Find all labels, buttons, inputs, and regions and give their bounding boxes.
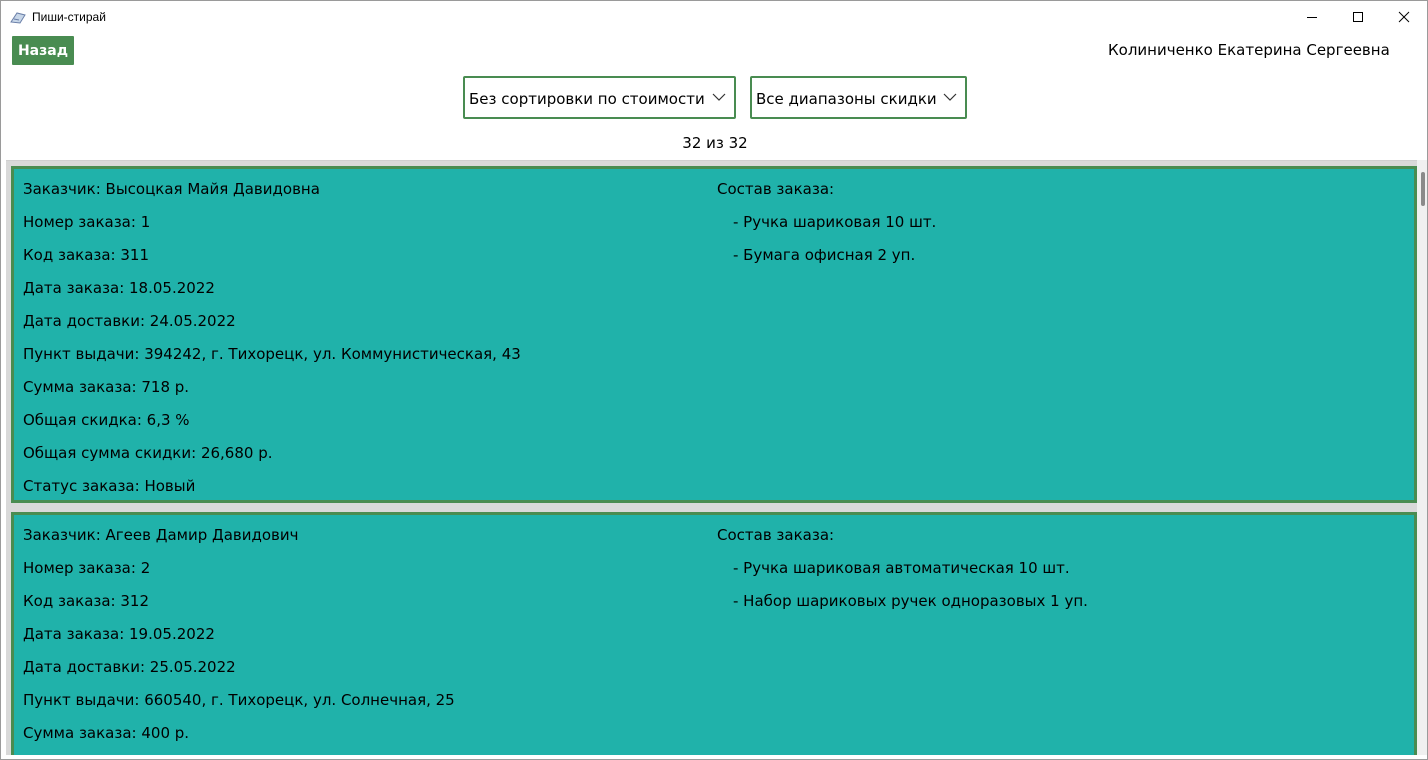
order-delivery-date: Дата доставки: 25.05.2022 [23, 658, 236, 676]
sort-combobox-value: Без сортировки по стоимости [469, 90, 705, 108]
back-button[interactable]: Назад [12, 36, 74, 65]
minimize-icon [1307, 17, 1317, 18]
order-pickup-point: Пункт выдачи: 660540, г. Тихорецк, ул. С… [23, 691, 455, 709]
scrollbar-thumb[interactable] [1421, 172, 1425, 206]
discount-combobox-value: Все диапазоны скидки [756, 90, 937, 108]
records-counter: 32 из 32 [682, 134, 748, 152]
order-discount: Общая скидка: 6,3 % [23, 411, 190, 429]
composition-item: - Бумага офисная 2 уп. [733, 246, 916, 264]
minimize-button[interactable] [1289, 1, 1335, 33]
maximize-button[interactable] [1335, 1, 1381, 33]
sort-combobox[interactable]: Без сортировки по стоимости [463, 76, 736, 119]
composition-label: Состав заказа: [717, 180, 835, 198]
order-date: Дата заказа: 18.05.2022 [23, 279, 215, 297]
window-title: Пиши-стирай [32, 10, 106, 24]
order-code: Код заказа: 311 [23, 246, 150, 264]
app-window: Пиши-стирай Назад Колиниченко Екатерина … [0, 0, 1428, 760]
user-name: Колиниченко Екатерина Сергеевна [1108, 41, 1390, 59]
order-details: Заказчик: Агеев Дамир Давидович Номер за… [23, 524, 703, 755]
notebook-icon [10, 12, 26, 24]
order-composition: Состав заказа: - Ручка шариковая 10 шт. … [717, 178, 1397, 277]
composition-label: Состав заказа: [717, 526, 835, 544]
maximize-icon [1353, 12, 1363, 22]
order-discount-sum: Общая сумма скидки: 26,680 р. [23, 444, 273, 462]
order-number: Номер заказа: 1 [23, 213, 151, 231]
order-total: Сумма заказа: 718 р. [23, 378, 190, 396]
order-card[interactable]: Заказчик: Высоцкая Майя Давидовна Номер … [11, 166, 1417, 503]
close-icon [1398, 11, 1410, 23]
orders-list[interactable]: Заказчик: Высоцкая Майя Давидовна Номер … [6, 160, 1422, 755]
order-details: Заказчик: Высоцкая Майя Давидовна Номер … [23, 178, 703, 508]
composition-item: - Набор шариковых ручек одноразовых 1 уп… [733, 592, 1088, 610]
chevron-down-icon [943, 93, 957, 101]
order-number: Номер заказа: 2 [23, 559, 151, 577]
order-date: Дата заказа: 19.05.2022 [23, 625, 215, 643]
composition-item: - Ручка шариковая 10 шт. [733, 213, 937, 231]
order-pickup-point: Пункт выдачи: 394242, г. Тихорецк, ул. К… [23, 345, 521, 363]
order-delivery-date: Дата доставки: 24.05.2022 [23, 312, 236, 330]
order-card[interactable]: Заказчик: Агеев Дамир Давидович Номер за… [11, 512, 1417, 755]
order-customer: Заказчик: Высоцкая Майя Давидовна [23, 180, 320, 198]
composition-item: - Ручка шариковая автоматическая 10 шт. [733, 559, 1070, 577]
order-total: Сумма заказа: 400 р. [23, 724, 190, 742]
discount-combobox[interactable]: Все диапазоны скидки [750, 76, 967, 119]
list-scrollbar[interactable] [1417, 160, 1427, 755]
chevron-down-icon [712, 93, 726, 101]
close-button[interactable] [1381, 1, 1427, 33]
order-status: Статус заказа: Новый [23, 477, 196, 495]
order-code: Код заказа: 312 [23, 592, 150, 610]
order-composition: Состав заказа: - Ручка шариковая автомат… [717, 524, 1397, 623]
order-customer: Заказчик: Агеев Дамир Давидович [23, 526, 299, 544]
title-bar[interactable]: Пиши-стирай [1, 1, 1427, 33]
